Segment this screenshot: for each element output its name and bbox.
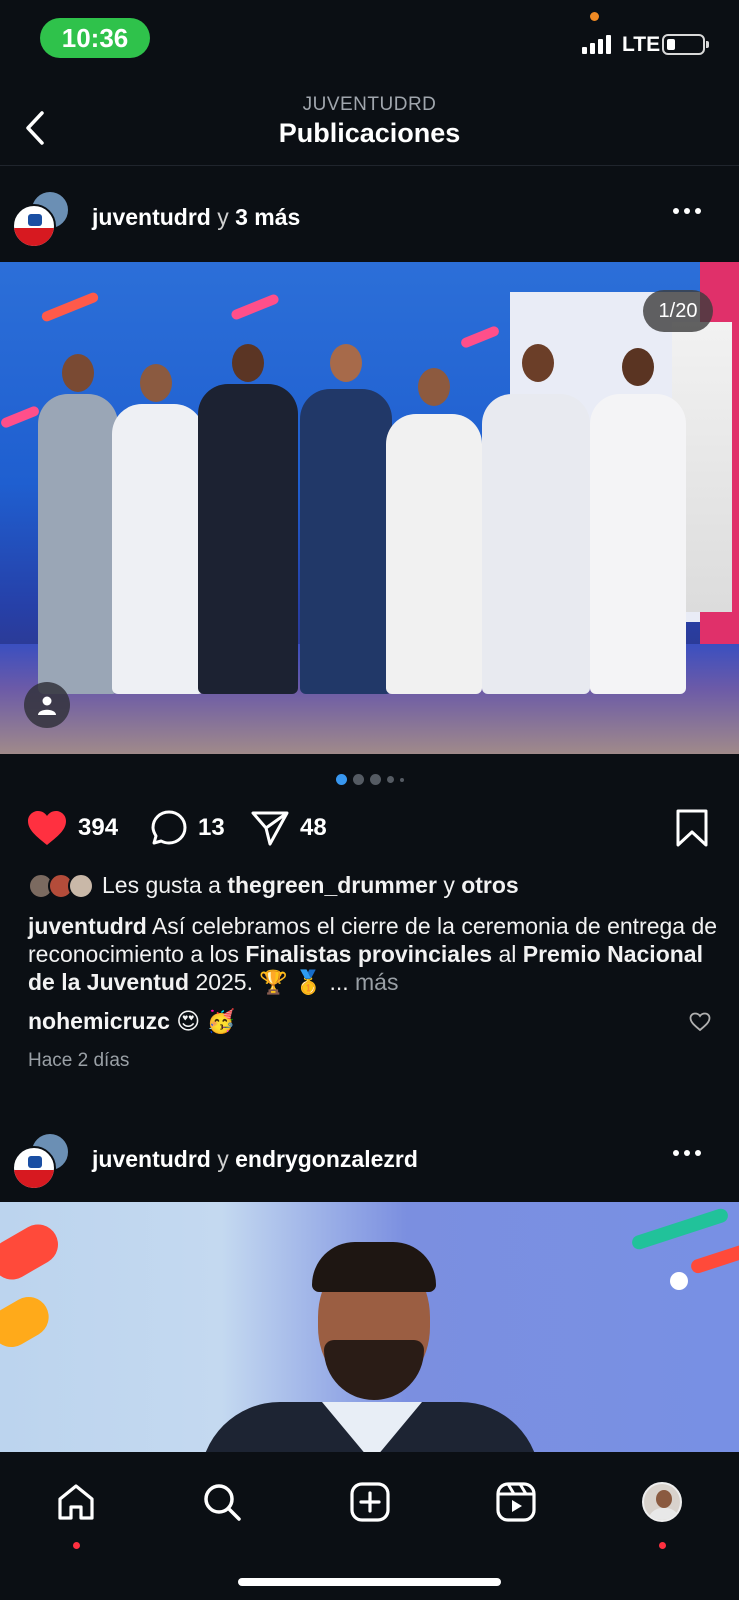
decor-stripe [689,1243,739,1275]
caption-text: 2025. 🏆 🥇 ... [195,969,349,995]
tab-reels[interactable] [486,1472,546,1532]
liked-by-others[interactable]: otros [461,872,519,899]
decor-stripe [229,292,281,322]
battery-icon [662,34,709,55]
juventudrd-avatar [12,204,56,248]
person-head [62,354,94,392]
comment-like-button[interactable] [689,1012,711,1037]
post-image[interactable] [0,1202,739,1452]
signal-icon [582,34,611,54]
person-head [622,348,654,386]
person [386,414,482,694]
liked-by-user[interactable]: thegreen_drummer [227,872,437,899]
decor-dot [670,1272,688,1290]
post-timestamp: Hace 2 días [28,1050,130,1071]
status-bar: 10:36 LTE [0,0,739,70]
person-head [330,344,362,382]
comments-count: 13 [198,814,225,841]
decor-stripe [459,324,501,350]
decor-stripe [0,404,41,430]
post-header: juventudrd y 3 más [0,170,739,262]
liked-by-avatars [28,872,94,899]
person-icon [38,696,56,715]
person [198,384,298,694]
heart-outline-icon [689,1012,711,1032]
liked-by-row[interactable]: Les gusta a thegreen_drummer y otros [28,872,519,899]
avatar[interactable] [12,1132,72,1192]
like-button[interactable]: 394 [26,806,118,850]
carousel-dot-active [335,774,347,785]
share-button[interactable]: 48 [250,806,327,850]
person-head [522,344,554,382]
tab-profile[interactable] [632,1472,692,1549]
post-actions: 394 13 48 [0,806,739,856]
more-options-icon[interactable] [673,208,701,214]
save-button[interactable] [675,808,709,853]
juventudrd-avatar [12,1146,56,1190]
post-username[interactable]: juventudrd y endrygonzalezrd [92,1146,418,1173]
heart-filled-icon [28,811,66,845]
carousel-dot [352,774,364,785]
top-comment[interactable]: nohemicruzc 😍 🥳 [28,1008,718,1035]
liked-by-conj: y [443,872,455,898]
notification-dot [659,1542,666,1549]
person [38,394,118,694]
person [112,404,204,694]
comment-button[interactable]: 13 [150,806,225,850]
image-counter-badge: 1/20 [643,290,713,332]
caption-bold: Finalistas provinciales [245,941,493,967]
network-label: LTE [622,33,661,56]
profile-avatar [642,1482,682,1522]
likes-count: 394 [78,814,119,841]
notification-dot [73,1542,80,1549]
decor-stripe [0,1289,56,1355]
send-icon [251,811,289,846]
person [300,389,392,694]
tagged-people-button[interactable] [24,682,70,728]
comment-icon [151,810,187,845]
comment-text: 😍 🥳 [176,1008,236,1034]
privacy-indicator-dot [590,12,599,21]
carousel-indicator [0,774,739,785]
post-image[interactable]: 1/20 [0,262,739,754]
carousel-dot [369,774,381,785]
carousel-dot [399,777,404,782]
caption-username[interactable]: juventudrd [28,913,147,939]
decor-stripe [40,291,100,323]
decor-stripe [0,1217,66,1287]
person [590,394,686,694]
more-options-icon[interactable] [673,1150,701,1156]
bookmark-icon [676,809,708,847]
post-username[interactable]: juventudrd y 3 más [92,204,300,231]
avatar[interactable] [12,190,72,250]
create-icon [350,1482,390,1522]
account-name: JUVENTUDRD [302,94,437,115]
tab-create[interactable] [340,1472,400,1532]
tab-home[interactable] [46,1472,106,1549]
search-icon [204,1484,241,1521]
carousel-dot [386,776,394,783]
reels-icon [496,1482,536,1522]
person-head [232,344,264,382]
home-indicator[interactable] [238,1578,501,1586]
comment-username[interactable]: nohemicruzc [28,1008,170,1034]
liked-by-prefix: Les gusta a [102,872,221,898]
person-head [140,364,172,402]
status-time: 10:36 [40,18,150,58]
caption-more-link[interactable]: más [355,969,398,995]
person [482,394,590,694]
post-header: juventudrd y endrygonzalezrd [0,1112,739,1204]
caption-text: al [498,941,517,967]
home-icon [58,1484,94,1520]
person-beard [324,1340,424,1400]
post-caption[interactable]: juventudrd Así celebramos el cierre de l… [28,912,718,996]
shares-count: 48 [300,814,327,841]
person-head [418,368,450,406]
tab-search[interactable] [192,1472,252,1532]
avatar [68,872,94,899]
nav-header: JUVENTUDRD Publicaciones [0,80,739,166]
decor-stripe [630,1206,730,1252]
page-title: Publicaciones [278,118,461,148]
person-hair [312,1242,436,1292]
